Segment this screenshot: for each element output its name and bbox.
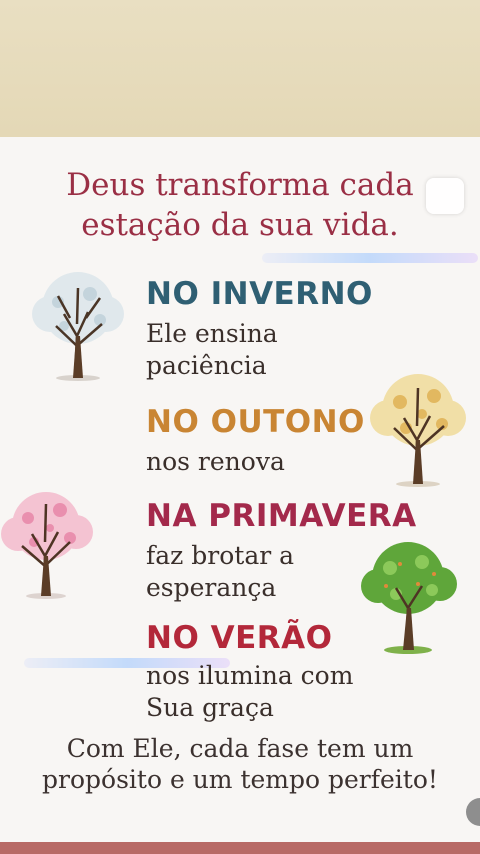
overlay-button[interactable] [426,178,464,214]
closing-message: Com Ele, cada fase tem um propósito e um… [0,733,480,795]
autumn-tree-icon [370,374,466,487]
season-heading-spring: NA PRIMAVERA [146,498,417,534]
title-line-1: Deus transforma cada [66,167,414,203]
bottom-banner [0,842,480,854]
decorative-light-streak [262,253,478,263]
closing-line-2: propósito e um tempo perfeito! [42,765,438,794]
season-text-line: nos renova [146,447,285,476]
page-title: Deus transforma cada estação da sua vida… [0,165,480,245]
season-heading-autumn: NO OUTONO [146,404,365,440]
season-heading-winter: NO INVERNO [146,276,373,312]
summer-tree-icon [361,542,457,654]
season-text-winter: Ele ensina paciência [146,318,278,382]
season-text-line: paciência [146,351,267,380]
closing-line-1: Com Ele, cada fase tem um [66,734,414,763]
season-text-line: faz brotar a [146,541,295,570]
winter-tree-icon [32,272,124,381]
top-banner [0,0,480,137]
season-text-line: esperança [146,573,277,602]
title-line-2: estação da sua vida. [81,207,399,243]
season-heading-summer: NO VERÃO [146,620,333,656]
season-text-summer: nos ilumina com Sua graça [146,660,353,724]
season-text-autumn: nos renova [146,446,285,478]
season-text-spring: faz brotar a esperança [146,540,294,604]
season-text-line: Ele ensina [146,319,278,348]
season-text-line: Sua graça [146,693,274,722]
spring-tree-icon [1,492,93,599]
season-text-line: nos ilumina com [146,661,354,690]
